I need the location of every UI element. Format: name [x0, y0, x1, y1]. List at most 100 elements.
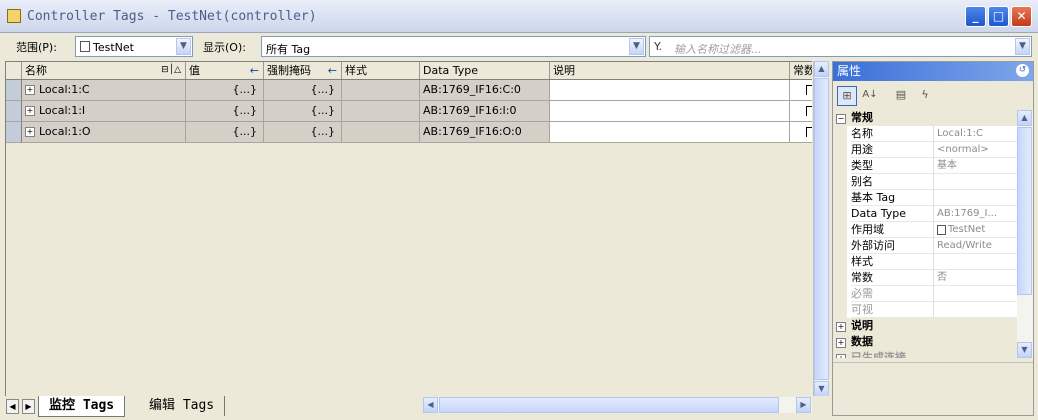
sort-icon[interactable]: ⊟│△	[161, 62, 181, 79]
tab-scroll-left-icon[interactable]: ◀	[6, 399, 19, 414]
expand-icon[interactable]: +	[25, 85, 35, 95]
scroll-down-icon[interactable]: ▼	[814, 381, 829, 397]
tag-value: {...}	[186, 122, 264, 143]
scroll-down-icon[interactable]: ▼	[1017, 342, 1032, 358]
scroll-thumb[interactable]	[1017, 127, 1032, 295]
table-row[interactable]: + Local:1:I {...} {...} AB:1769_IF16:I:0	[6, 101, 812, 122]
sort-alphabetical-icon[interactable]: A↓	[860, 86, 880, 106]
collapse-icon[interactable]: −	[836, 114, 846, 124]
tag-description[interactable]	[550, 101, 790, 122]
filter-icon: Y.	[654, 40, 662, 53]
close-button[interactable]: ✕	[1011, 6, 1032, 27]
property-row[interactable]: 用途 <normal>	[833, 142, 1017, 158]
category-data[interactable]: + 数据	[833, 334, 1017, 350]
tag-style[interactable]	[342, 101, 420, 122]
pin-icon[interactable]: ↺	[1016, 64, 1029, 77]
tab-edit-tags[interactable]: 编辑 Tags	[139, 396, 226, 416]
properties-vertical-scrollbar[interactable]: ▲ ▼	[1017, 110, 1033, 358]
minimize-button[interactable]: _	[965, 6, 986, 27]
column-header-name[interactable]: 名称 ⊟│△	[22, 62, 186, 79]
expand-icon[interactable]: +	[25, 127, 35, 137]
property-row[interactable]: 作用域 TestNet	[833, 222, 1017, 238]
search-combo[interactable]: Y. 输入名称过滤器... ▼	[649, 36, 1032, 57]
column-header-style[interactable]: 样式	[342, 62, 420, 79]
tag-name: Local:1:O	[39, 125, 91, 138]
property-row[interactable]: 名称 Local:1:C	[833, 126, 1017, 142]
tag-style[interactable]	[342, 122, 420, 143]
search-placeholder: 输入名称过滤器...	[674, 43, 762, 56]
table-row[interactable]: + Local:1:O {...} {...} AB:1769_IF16:O:0	[6, 122, 812, 143]
property-pages-icon[interactable]: ▤	[891, 86, 911, 106]
column-header-force-mask[interactable]: 强制掩码 ←	[264, 62, 342, 79]
category-description[interactable]: + 说明	[833, 318, 1017, 334]
scroll-right-icon[interactable]: ▶	[796, 397, 811, 413]
arrow-left-icon: ←	[249, 64, 259, 77]
chevron-down-icon[interactable]: ▼	[1015, 38, 1030, 55]
controller-icon	[937, 225, 946, 235]
property-row[interactable]: 别名	[833, 174, 1017, 190]
show-value: 所有 Tag	[266, 43, 311, 56]
scroll-up-icon[interactable]: ▲	[814, 61, 829, 77]
tab-scroll-right-icon[interactable]: ▶	[22, 399, 35, 414]
grid-vertical-scrollbar[interactable]: ▲ ▼	[813, 61, 829, 397]
maximize-button[interactable]: □	[988, 6, 1009, 27]
property-row[interactable]: 外部访问 Read/Write	[833, 238, 1017, 254]
chevron-down-icon[interactable]: ▼	[629, 38, 644, 55]
row-selector[interactable]	[6, 101, 22, 122]
tag-value: {...}	[186, 101, 264, 122]
chevron-down-icon[interactable]: ▼	[176, 38, 191, 55]
constant-checkbox[interactable]	[806, 106, 812, 116]
column-header-description[interactable]: 说明	[550, 62, 790, 79]
filter-bar: 范围(P): TestNet ▼ 显示(O): 所有 Tag ▼ Y. 输入名称…	[0, 33, 1038, 60]
property-row[interactable]: 可视	[833, 302, 1017, 318]
property-row[interactable]: 基本 Tag	[833, 190, 1017, 206]
scroll-left-icon[interactable]: ◀	[423, 397, 438, 413]
property-grid: − 常规 名称 Local:1:C 用途 <normal> 类型 基本 别名 基本 T…	[833, 110, 1017, 358]
tag-description[interactable]	[550, 122, 790, 143]
grid-header: 名称 ⊟│△ 值 ← 强制掩码 ← 样式 Data Type 说明 常数	[6, 62, 812, 80]
grid-horizontal-scrollbar[interactable]: ◀ ▶	[423, 397, 812, 413]
scroll-thumb[interactable]	[814, 78, 829, 380]
row-selector[interactable]	[6, 122, 22, 143]
property-row[interactable]: 必需	[833, 286, 1017, 302]
table-row[interactable]: + Local:1:C {...} {...} AB:1769_IF16:C:0	[6, 80, 812, 101]
tag-data-type: AB:1769_IF16:O:0	[420, 122, 550, 143]
row-selector[interactable]	[6, 80, 22, 101]
category-general[interactable]: − 常规	[833, 110, 1017, 126]
title-bar: Controller Tags - TestNet(controller) _ …	[0, 0, 1038, 33]
column-header-constant[interactable]: 常数	[790, 62, 812, 79]
category-generated-connection[interactable]: + 已生成连接	[833, 350, 1017, 358]
properties-title: 属性 ↺	[833, 62, 1033, 81]
column-header-data-type[interactable]: Data Type	[420, 62, 550, 79]
tag-data-type: AB:1769_IF16:C:0	[420, 80, 550, 101]
scope-value: TestNet	[93, 41, 134, 54]
property-row[interactable]: 类型 基本	[833, 158, 1017, 174]
expand-icon[interactable]: +	[836, 338, 846, 348]
scope-label: 范围(P):	[16, 41, 57, 54]
property-description-area	[833, 362, 1033, 415]
expand-icon[interactable]: +	[25, 106, 35, 116]
expand-icon[interactable]: +	[836, 354, 846, 358]
scroll-up-icon[interactable]: ▲	[1017, 110, 1032, 126]
property-row[interactable]: Data Type AB:1769_I...	[833, 206, 1017, 222]
property-row[interactable]: 样式	[833, 254, 1017, 270]
arrow-left-icon: ←	[327, 64, 337, 77]
tag-force-mask: {...}	[264, 101, 342, 122]
window-title: Controller Tags - TestNet(controller)	[27, 9, 317, 24]
tag-description[interactable]	[550, 80, 790, 101]
expand-icon[interactable]: +	[836, 322, 846, 332]
properties-panel: 属性 ↺ ⊞ A↓ ▤ ϟ − 常规 名称 Local:1:C 用途 <normal…	[832, 61, 1034, 416]
tab-bar: ◀ ▶ 监控 Tags 编辑 Tags ◀ ▶	[0, 396, 830, 420]
constant-checkbox[interactable]	[806, 127, 812, 137]
lightning-icon[interactable]: ϟ	[915, 86, 935, 106]
tag-style[interactable]	[342, 80, 420, 101]
tab-monitor-tags[interactable]: 监控 Tags	[38, 396, 126, 417]
tag-grid: 名称 ⊟│△ 值 ← 强制掩码 ← 样式 Data Type 说明 常数 + Lo…	[5, 61, 812, 396]
scroll-thumb[interactable]	[439, 397, 779, 413]
property-row[interactable]: 常数否	[833, 270, 1017, 286]
categorized-icon[interactable]: ⊞	[837, 86, 857, 106]
show-combo[interactable]: 所有 Tag ▼	[261, 36, 646, 57]
constant-checkbox[interactable]	[806, 85, 812, 95]
scope-combo[interactable]: TestNet ▼	[75, 36, 193, 57]
column-header-value[interactable]: 值 ←	[186, 62, 264, 79]
